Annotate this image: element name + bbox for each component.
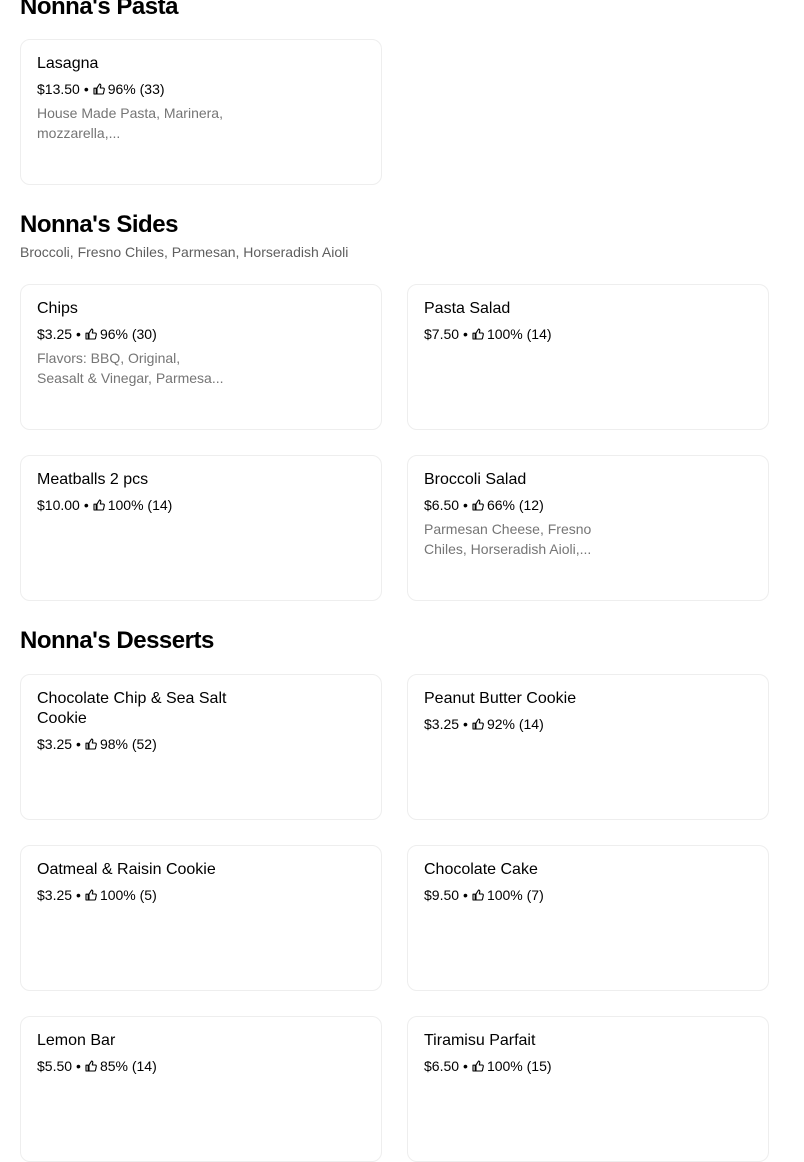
- item-rating: 100% (14): [107, 497, 173, 513]
- card-content: Pasta Salad $7.50 • 100% (14): [424, 299, 624, 344]
- item-meta: $3.25 • 96% (30): [37, 324, 237, 344]
- separator-dot: •: [83, 81, 89, 97]
- card-content: Chocolate Chip & Sea Salt Cookie $3.25 •…: [37, 689, 237, 754]
- item-meta: $3.25 • 100% (5): [37, 885, 237, 905]
- thumbs-up-icon: [93, 499, 105, 511]
- item-rating: 100% (14): [486, 326, 552, 342]
- item-price: $3.25: [37, 326, 73, 342]
- item-price: $6.50: [424, 1058, 460, 1074]
- separator-dot: •: [76, 887, 81, 903]
- thumbs-up-icon: [93, 83, 105, 95]
- item-meta: $6.50 • 66% (12): [424, 495, 624, 515]
- separator-dot: •: [76, 326, 81, 342]
- menu-item-card-oatmeal-raisin-cookie[interactable]: Oatmeal & Raisin Cookie $3.25 • 100% (5): [20, 845, 382, 991]
- separator-dot: •: [76, 736, 81, 752]
- card-content: Chips $3.25 • 96% (30) Flavors: BBQ, Ori…: [37, 299, 237, 388]
- card-content: Lemon Bar $5.50 • 85% (14): [37, 1031, 237, 1076]
- menu-item-card-peanut-butter-cookie[interactable]: Peanut Butter Cookie $3.25 • 92% (14): [407, 674, 769, 820]
- separator-dot: •: [463, 887, 468, 903]
- item-rating: 100% (7): [486, 887, 544, 903]
- item-name: Chocolate Cake: [424, 861, 538, 878]
- item-rating: 66% (12): [486, 497, 544, 513]
- item-price: $10.00: [37, 497, 80, 513]
- separator-dot: •: [83, 497, 89, 513]
- item-price: $3.25: [37, 736, 73, 752]
- item-price: $9.50: [424, 887, 460, 903]
- menu-item-card-chocolate-cake[interactable]: Chocolate Cake $9.50 • 100% (7): [407, 845, 769, 991]
- item-rating: 96% (30): [99, 326, 157, 342]
- item-price: $3.25: [424, 716, 460, 732]
- separator-dot: •: [76, 1058, 81, 1074]
- item-price: $7.50: [424, 326, 460, 342]
- item-description: House Made Pasta, Marinera, mozzarella,.…: [37, 105, 223, 141]
- item-meta: $3.25 • 98% (52): [37, 734, 237, 754]
- item-description: Flavors: BBQ, Original, Seasalt & Vinega…: [37, 350, 224, 386]
- card-content: Chocolate Cake $9.50 • 100% (7): [424, 860, 624, 905]
- thumbs-up-icon: [472, 1060, 484, 1072]
- item-rating: 100% (15): [486, 1058, 552, 1074]
- item-name: Meatballs 2 pcs: [37, 471, 149, 488]
- menu-item-card-meatballs[interactable]: Meatballs 2 pcs $10.00 • 100% (14): [20, 455, 382, 601]
- menu-item-card-lasagna[interactable]: Lasagna $13.50 • 96% (33) House Made Pas…: [20, 39, 382, 185]
- section-title-sides: Nonna's Sides: [20, 211, 178, 238]
- thumbs-up-icon: [85, 1060, 97, 1072]
- thumbs-up-icon: [472, 718, 484, 730]
- item-rating: 85% (14): [99, 1058, 157, 1074]
- card-content: Broccoli Salad $6.50 • 66% (12) Parmesan…: [424, 470, 624, 559]
- menu-item-card-chocolate-chip-cookie[interactable]: Chocolate Chip & Sea Salt Cookie $3.25 •…: [20, 674, 382, 820]
- item-price: $6.50: [424, 497, 460, 513]
- menu-item-card-broccoli-salad[interactable]: Broccoli Salad $6.50 • 66% (12) Parmesan…: [407, 455, 769, 601]
- card-content: Oatmeal & Raisin Cookie $3.25 • 100% (5): [37, 860, 237, 905]
- item-price: $13.50: [37, 81, 80, 97]
- menu-item-card-pasta-salad[interactable]: Pasta Salad $7.50 • 100% (14): [407, 284, 769, 430]
- item-meta: $6.50 • 100% (15): [424, 1056, 624, 1076]
- card-content: Peanut Butter Cookie $3.25 • 92% (14): [424, 689, 624, 734]
- section-subtitle-sides: Broccoli, Fresno Chiles, Parmesan, Horse…: [20, 244, 349, 260]
- thumbs-up-icon: [472, 889, 484, 901]
- item-meta: $13.50 • 96% (33): [37, 79, 237, 99]
- thumbs-up-icon: [472, 499, 484, 511]
- thumbs-up-icon: [85, 889, 97, 901]
- item-meta: $10.00 • 100% (14): [37, 495, 237, 515]
- item-name: Chips: [37, 300, 78, 317]
- item-meta: $5.50 • 85% (14): [37, 1056, 237, 1076]
- item-price: $5.50: [37, 1058, 73, 1074]
- separator-dot: •: [463, 1058, 468, 1074]
- item-rating: 100% (5): [99, 887, 157, 903]
- item-meta: $7.50 • 100% (14): [424, 324, 624, 344]
- item-name: Lasagna: [37, 55, 99, 72]
- separator-dot: •: [463, 326, 468, 342]
- item-description: Parmesan Cheese, Fresno Chiles, Horserad…: [424, 521, 592, 557]
- card-content: Lasagna $13.50 • 96% (33) House Made Pas…: [37, 54, 237, 143]
- section-title-desserts: Nonna's Desserts: [20, 627, 214, 654]
- item-name: Chocolate Chip & Sea Salt Cookie: [37, 690, 227, 727]
- item-meta: $3.25 • 92% (14): [424, 714, 624, 734]
- item-name: Lemon Bar: [37, 1032, 116, 1049]
- item-rating: 98% (52): [99, 736, 157, 752]
- menu-item-card-tiramisu-parfait[interactable]: Tiramisu Parfait $6.50 • 100% (15): [407, 1016, 769, 1162]
- menu-page: Nonna's Pasta Lasagna $13.50 • 96% (33) …: [0, 0, 804, 1162]
- separator-dot: •: [463, 716, 468, 732]
- item-rating: 92% (14): [486, 716, 544, 732]
- item-meta: $9.50 • 100% (7): [424, 885, 624, 905]
- card-content: Tiramisu Parfait $6.50 • 100% (15): [424, 1031, 624, 1076]
- item-name: Peanut Butter Cookie: [424, 690, 577, 707]
- thumbs-up-icon: [472, 328, 484, 340]
- item-price: $3.25: [37, 887, 73, 903]
- item-name: Broccoli Salad: [424, 471, 527, 488]
- separator-dot: •: [463, 497, 468, 513]
- item-name: Tiramisu Parfait: [424, 1032, 536, 1049]
- item-rating: 96% (33): [107, 81, 165, 97]
- item-name: Oatmeal & Raisin Cookie: [37, 861, 216, 878]
- item-name: Pasta Salad: [424, 300, 511, 317]
- menu-item-card-chips[interactable]: Chips $3.25 • 96% (30) Flavors: BBQ, Ori…: [20, 284, 382, 430]
- card-content: Meatballs 2 pcs $10.00 • 100% (14): [37, 470, 237, 515]
- menu-item-card-lemon-bar[interactable]: Lemon Bar $5.50 • 85% (14): [20, 1016, 382, 1162]
- thumbs-up-icon: [85, 738, 97, 750]
- thumbs-up-icon: [85, 328, 97, 340]
- section-title-pasta: Nonna's Pasta: [20, 0, 178, 20]
